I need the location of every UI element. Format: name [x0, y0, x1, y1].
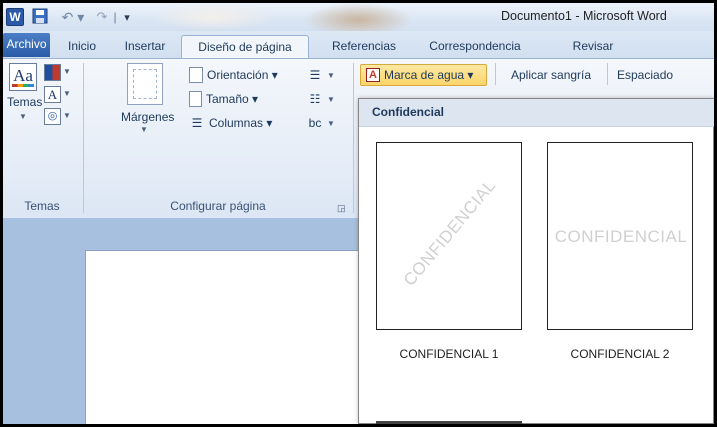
tab-revisar[interactable]: Revisar — [563, 35, 623, 58]
watermark-option-confidencial-2[interactable]: CONFIDENCIAL — [547, 142, 693, 330]
columns-icon: ☰ — [191, 116, 203, 130]
columns-label: Columnas ▾ — [209, 116, 273, 130]
theme-effects-icon[interactable]: ◎ — [44, 108, 61, 125]
themes-icon[interactable]: Aa — [9, 63, 37, 91]
group-divider — [83, 63, 84, 213]
tab-archivo[interactable]: Archivo — [3, 33, 50, 57]
watermark-icon: A — [366, 68, 380, 82]
orientation-icon — [189, 67, 203, 83]
save-icon[interactable] — [32, 8, 48, 24]
watermark-option-caption[interactable]: CONFIDENCIAL 1 — [376, 347, 522, 361]
document-page[interactable] — [85, 250, 385, 424]
breaks-button[interactable]: ☰ ▼ — [307, 65, 335, 85]
title-bar: W ↶ ▾ ↷ | ▾ Documento1 - Microsoft Word — [3, 3, 714, 31]
blurred-background-region — [303, 3, 413, 31]
line-numbers-icon: ☷ — [309, 92, 321, 106]
size-button[interactable]: Tamaño ▾ — [189, 89, 258, 109]
page-size-icon — [189, 91, 202, 107]
chevron-down-icon: ▼ — [327, 94, 335, 104]
watermark-option-confidencial-1[interactable]: CONFIDENCIAL — [376, 142, 522, 330]
window-title: Documento1 - Microsoft Word — [501, 9, 667, 23]
next-watermark-option-peek[interactable] — [376, 421, 522, 424]
tab-diseno-de-pagina[interactable]: Diseño de página — [181, 35, 309, 59]
group-label-temas: Temas — [24, 199, 60, 213]
group-label-configurar-pagina: Configurar página — [170, 199, 266, 213]
word-window: W ↶ ▾ ↷ | ▾ Documento1 - Microsoft Word … — [3, 3, 714, 424]
ribbon-tab-bar: Archivo Inicio Insertar Diseño de página… — [3, 31, 714, 59]
tab-inicio[interactable]: Inicio — [58, 35, 106, 58]
orientation-label: Orientación ▾ — [207, 68, 278, 82]
watermark-button-label: Marca de agua ▾ — [384, 68, 474, 82]
margins-icon[interactable] — [127, 63, 163, 105]
chevron-down-icon[interactable]: ▼ — [63, 89, 71, 98]
gallery-section-header: Confidencial — [359, 99, 714, 127]
chevron-down-icon[interactable]: ▼ — [140, 125, 148, 134]
watermark-option-caption[interactable]: CONFIDENCIAL 2 — [547, 347, 693, 361]
orientation-button[interactable]: Orientación ▾ — [189, 65, 278, 85]
chevron-down-icon: ▼ — [327, 118, 335, 128]
group-divider — [495, 63, 496, 85]
tab-referencias[interactable]: Referencias — [323, 35, 405, 58]
columns-button[interactable]: ☰ Columnas ▾ — [189, 113, 273, 133]
undo-icon[interactable]: ↶ ▾ — [58, 8, 88, 26]
espaciado-label: Espaciado — [617, 68, 674, 82]
size-label: Tamaño ▾ — [206, 92, 259, 106]
tab-insertar[interactable]: Insertar — [115, 35, 175, 58]
word-app-icon[interactable]: W — [6, 8, 24, 26]
dialog-launcher-icon[interactable]: ◲ — [337, 203, 346, 214]
theme-colors-icon[interactable] — [44, 64, 61, 81]
watermark-preview-text: CONFIDENCIAL — [554, 227, 688, 246]
customize-qat-icon[interactable]: ▾ — [121, 8, 133, 26]
theme-fonts-icon[interactable]: A — [44, 86, 61, 103]
hyphenation-icon: bc — [308, 116, 322, 130]
qat-separator: | — [113, 10, 117, 24]
group-divider — [353, 63, 354, 213]
tab-correspondencia[interactable]: Correspondencia — [414, 35, 536, 58]
watermark-button[interactable]: A Marca de agua ▾ — [360, 64, 487, 86]
line-numbers-button[interactable]: ☷ ▼ — [307, 89, 335, 109]
chevron-down-icon[interactable]: ▼ — [63, 111, 71, 120]
hyphenation-button[interactable]: bc ▼ — [307, 113, 335, 133]
chevron-down-icon[interactable]: ▼ — [63, 67, 71, 76]
page-breaks-icon: ☰ — [309, 68, 321, 82]
redo-icon[interactable]: ↷ — [94, 8, 110, 26]
margenes-button-label[interactable]: Márgenes — [121, 110, 174, 124]
chevron-down-icon: ▼ — [327, 70, 335, 80]
watermark-preview-text: CONFIDENCIAL — [399, 175, 500, 290]
blurred-background-region — [153, 3, 273, 31]
group-divider — [607, 63, 608, 85]
aplicar-sangria-label: Aplicar sangría — [511, 68, 592, 82]
temas-button-label[interactable]: Temas — [7, 95, 42, 109]
watermark-gallery: Confidencial CONFIDENCIAL CONFIDENCIAL 1… — [358, 98, 714, 424]
chevron-down-icon[interactable]: ▼ — [19, 112, 27, 121]
